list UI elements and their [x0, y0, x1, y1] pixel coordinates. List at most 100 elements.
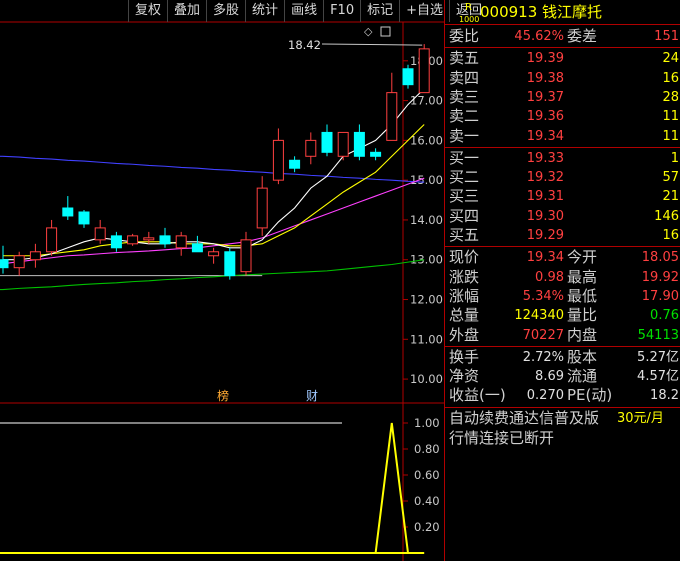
indicator-pane: 1.00 0.80 0.60 0.40 0.20	[0, 416, 440, 554]
bid-price: 19.32	[526, 170, 564, 186]
fundamental-label: 换手	[449, 347, 480, 366]
candle-body	[208, 251, 220, 257]
panel-toggle-icon	[380, 26, 391, 37]
candle-body	[289, 159, 301, 169]
candle-body	[94, 227, 106, 241]
toolbar-button-6[interactable]: 标记	[360, 0, 399, 22]
divider	[445, 345, 680, 347]
ask-price: 19.37	[526, 89, 564, 105]
candle	[256, 176, 268, 236]
indicator-line	[0, 422, 425, 554]
ask-label: 卖四	[449, 68, 480, 87]
fundamental-label-2: PE(动)	[567, 386, 613, 405]
divider	[445, 24, 680, 25]
candle-body	[175, 235, 187, 249]
price-tick-label: 12.00	[410, 293, 443, 307]
candle	[208, 247, 220, 264]
candle-body	[337, 131, 349, 157]
kline-chart[interactable]: ◇18.0017.0016.0015.0014.0013.0012.0011.0…	[0, 0, 444, 561]
indicator-tick-label: 0.80	[414, 442, 440, 456]
moving-averages	[0, 88, 425, 291]
quote-label-2: 今开	[567, 248, 598, 267]
quote-row: 涨跌 0.98 最高 19.92	[445, 268, 680, 287]
ask-row: 卖二 19.36 11	[445, 107, 680, 126]
toolbar-button-1[interactable]: 叠加	[167, 0, 206, 22]
candle-body	[29, 251, 41, 261]
divider	[445, 406, 680, 408]
bid-row: 买一 19.33 1	[445, 149, 680, 168]
candle	[321, 124, 333, 157]
divider	[445, 246, 680, 248]
candle-body	[418, 48, 430, 94]
candle	[370, 148, 382, 161]
subscription-ad-row[interactable]: 自动续费通达信普及版 30元/月	[445, 409, 680, 428]
candle-body	[402, 68, 414, 86]
price-tick-label: 10.00	[410, 372, 443, 386]
fundamental-label-2: 股本	[567, 347, 598, 366]
quote-label: 外盘	[449, 325, 480, 344]
indicator-tick-label: 1.00	[414, 416, 440, 430]
candle	[337, 131, 349, 161]
bid-label: 买五	[449, 226, 480, 244]
toolbar-button-5[interactable]: F10	[323, 0, 360, 22]
candle-body	[386, 92, 398, 141]
quote-label-2: 内盘	[567, 325, 598, 344]
candle	[402, 64, 414, 89]
candle	[240, 231, 252, 276]
bid-volume: 1	[670, 150, 679, 166]
event-marker: 榜	[217, 388, 229, 403]
ma60-line	[2, 259, 425, 291]
fundamental-row: 净资 8.69 流通 4.57亿	[445, 367, 680, 386]
ask-price: 19.39	[526, 51, 564, 67]
indicator-tick-label: 0.20	[414, 520, 440, 534]
candle-body	[224, 251, 236, 277]
ask-price: 19.38	[526, 70, 564, 86]
toolbar-button-7[interactable]: +自选	[399, 0, 449, 22]
bid-row: 买三 19.31 21	[445, 187, 680, 206]
candle-body	[191, 243, 203, 253]
toolbar-button-2[interactable]: 多股	[206, 0, 245, 22]
candles: 18.42 榜 财	[0, 38, 430, 403]
fundamental-row: 收益(一) 0.270 PE(动) 18.2	[445, 386, 680, 405]
candle-body	[272, 139, 284, 181]
ask-row: 卖五 19.39 24	[445, 49, 680, 68]
price-tick-label: 13.00	[410, 253, 443, 267]
quote-value: 70227	[522, 327, 564, 343]
price-tick-label: 16.00	[410, 133, 443, 147]
candle-body	[62, 207, 74, 217]
candle-body	[305, 139, 317, 157]
commission-diff-value: 151	[654, 29, 679, 44]
quote-value: 124340	[514, 308, 564, 324]
candle	[224, 247, 236, 280]
quote-label: 总量	[449, 306, 480, 325]
candle-body	[353, 131, 365, 157]
candle	[78, 210, 90, 228]
candle	[46, 219, 58, 256]
diamond-icon: ◇	[364, 25, 373, 38]
toolbar-button-4[interactable]: 画线	[284, 0, 323, 22]
fundamental-label: 收益(一)	[449, 386, 506, 405]
fundamental-value-2: 5.27亿	[637, 349, 679, 365]
fundamental-label-2: 流通	[567, 367, 598, 386]
price-tick-label: 15.00	[410, 173, 443, 187]
candle	[418, 44, 430, 94]
bid-label: 买二	[449, 168, 480, 187]
bid-label: 买三	[449, 187, 480, 206]
chart-toolbar: 复权 叠加 多股 统计 画线 F10 标记 +自选 返回	[128, 0, 488, 22]
quote-row: 外盘 70227 内盘 54113	[445, 326, 680, 345]
quote-label-2: 最低	[567, 286, 598, 305]
bid-price: 19.30	[526, 208, 564, 224]
quote-value: 0.98	[535, 269, 564, 285]
candle-body	[78, 211, 90, 225]
candle	[94, 219, 106, 244]
fundamental-value: 8.69	[535, 369, 564, 385]
candle	[305, 132, 317, 165]
commission-ratio-value: 45.62%	[514, 29, 564, 44]
toolbar-button-0[interactable]: 复权	[128, 0, 167, 22]
ask-volume: 11	[662, 128, 679, 144]
ask-label: 卖三	[449, 87, 480, 106]
quote-value: 19.34	[526, 250, 564, 266]
toolbar-button-3[interactable]: 统计	[245, 0, 284, 22]
quote-label-2: 最高	[567, 267, 598, 286]
ask-row: 卖三 19.37 28	[445, 88, 680, 107]
